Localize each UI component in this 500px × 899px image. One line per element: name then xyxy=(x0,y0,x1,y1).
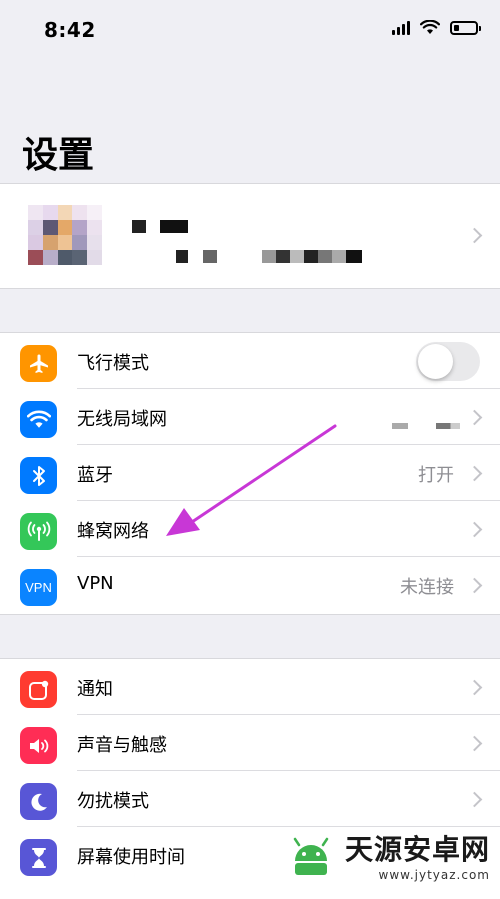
watermark-text: 天源安卓网 www.jytyaz.com xyxy=(345,828,490,882)
notification-icon xyxy=(20,671,57,708)
cellular-chevron-icon xyxy=(466,521,483,538)
notifications-label: 通知 xyxy=(77,679,113,700)
bluetooth-chevron-icon xyxy=(466,465,483,482)
wifi-icon xyxy=(20,401,57,438)
dnd-chevron-icon xyxy=(466,791,483,808)
vpn-label: VPN xyxy=(77,573,114,594)
vpn-icon: VPN xyxy=(20,569,57,606)
profile-subtitle-redacted-3 xyxy=(262,250,362,263)
airplane-mode-label: 飞行模式 xyxy=(77,353,149,374)
vpn-status: 未连接 xyxy=(400,577,454,598)
dnd-label: 勿扰模式 xyxy=(77,791,149,812)
wifi-row[interactable]: 无线局域网 xyxy=(0,389,500,445)
bluetooth-row[interactable]: 蓝牙 打开 xyxy=(0,445,500,501)
toggle-knob xyxy=(418,344,453,379)
profile-subtitle-redacted-2 xyxy=(203,250,217,263)
airplane-mode-row: 飞行模式 xyxy=(0,333,500,389)
antenna-icon xyxy=(20,513,57,550)
bluetooth-label: 蓝牙 xyxy=(77,465,113,486)
notifications-row[interactable]: 通知 xyxy=(0,659,500,715)
sounds-row[interactable]: 声音与触感 xyxy=(0,715,500,771)
sounds-chevron-icon xyxy=(466,735,483,752)
watermark-url: www.jytyaz.com xyxy=(378,868,490,882)
watermark-title: 天源安卓网 xyxy=(344,833,490,866)
bluetooth-status: 打开 xyxy=(418,465,454,486)
wifi-chevron-icon xyxy=(466,409,483,426)
hourglass-icon xyxy=(20,839,57,876)
speaker-icon xyxy=(20,727,57,764)
profile-name-redacted xyxy=(132,220,146,233)
vpn-chevron-icon xyxy=(466,577,483,594)
sounds-label: 声音与触感 xyxy=(77,735,167,756)
page-title: 设置 xyxy=(22,135,95,176)
cellular-signal-icon xyxy=(392,20,410,35)
notifications-chevron-icon xyxy=(466,679,483,696)
connectivity-group: 飞行模式 无线局域网 蓝牙 打开 蜂窝网络 VPN VPN 未连接 xyxy=(0,332,500,615)
vpn-icon-text: VPN xyxy=(25,580,52,595)
wifi-network-redacted-2 xyxy=(436,423,460,429)
cellular-label: 蜂窝网络 xyxy=(77,521,149,542)
dnd-row[interactable]: 勿扰模式 xyxy=(0,771,500,827)
vpn-row[interactable]: VPN VPN 未连接 xyxy=(0,557,500,613)
profile-subtitle-redacted xyxy=(176,250,188,263)
battery-icon xyxy=(450,20,481,35)
status-bar: 8:42 xyxy=(0,0,500,64)
moon-icon xyxy=(20,783,57,820)
profile-name-redacted-2 xyxy=(160,220,188,233)
apple-id-profile[interactable] xyxy=(0,183,500,289)
android-logo-icon xyxy=(293,837,329,875)
wifi-label: 无线局域网 xyxy=(77,409,167,430)
bluetooth-icon xyxy=(20,457,57,494)
wifi-network-redacted xyxy=(392,423,408,429)
cellular-row[interactable]: 蜂窝网络 xyxy=(0,501,500,557)
status-time: 8:42 xyxy=(44,18,96,42)
airplane-icon xyxy=(20,345,57,382)
avatar xyxy=(28,205,102,265)
screentime-label: 屏幕使用时间 xyxy=(77,847,185,868)
watermark: 天源安卓网 www.jytyaz.com xyxy=(283,828,490,882)
wifi-status-icon xyxy=(420,20,440,34)
profile-chevron-icon xyxy=(466,227,483,244)
airplane-mode-toggle[interactable] xyxy=(416,342,480,381)
status-icons xyxy=(392,20,481,35)
